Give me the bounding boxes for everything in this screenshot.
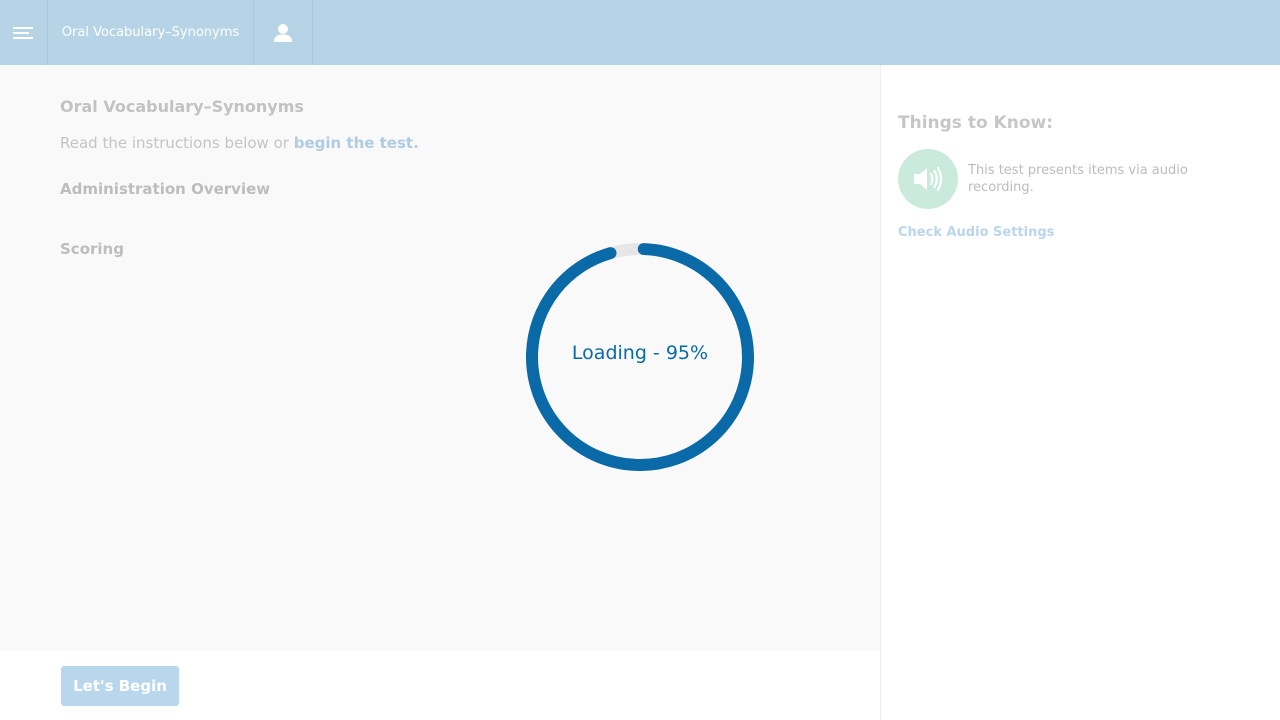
things-to-know-panel: Things to Know: This test presents items…	[880, 65, 1280, 720]
user-icon	[274, 23, 292, 42]
instructions: Read the instructions below or begin the…	[60, 134, 419, 152]
loading-spinner: Loading - 95%	[526, 243, 754, 471]
administration-overview-heading[interactable]: Administration Overview	[60, 180, 270, 198]
footer: Let's Begin	[0, 651, 880, 720]
lets-begin-button[interactable]: Let's Begin	[61, 666, 179, 706]
audio-badge	[898, 149, 958, 209]
top-bar: Oral Vocabulary–Synonyms	[0, 0, 1280, 65]
instructions-text: Read the instructions below or	[60, 134, 294, 152]
things-to-know-title: Things to Know:	[898, 113, 1054, 133]
main-content: Oral Vocabulary–Synonyms Read the instru…	[0, 65, 880, 651]
page-title: Oral Vocabulary–Synonyms	[60, 97, 304, 116]
begin-test-link[interactable]: begin the test.	[294, 134, 419, 152]
speaker-icon	[914, 166, 943, 192]
scoring-heading[interactable]: Scoring	[60, 240, 124, 258]
check-audio-settings-link[interactable]: Check Audio Settings	[898, 225, 1054, 240]
hamburger-menu-icon	[12, 26, 33, 39]
header-title: Oral Vocabulary–Synonyms	[48, 0, 254, 65]
loading-text: Loading - 95%	[571, 342, 709, 364]
menu-button[interactable]	[0, 0, 48, 65]
audio-description: This test presents items via audio recor…	[968, 163, 1188, 195]
user-button[interactable]	[254, 0, 313, 65]
